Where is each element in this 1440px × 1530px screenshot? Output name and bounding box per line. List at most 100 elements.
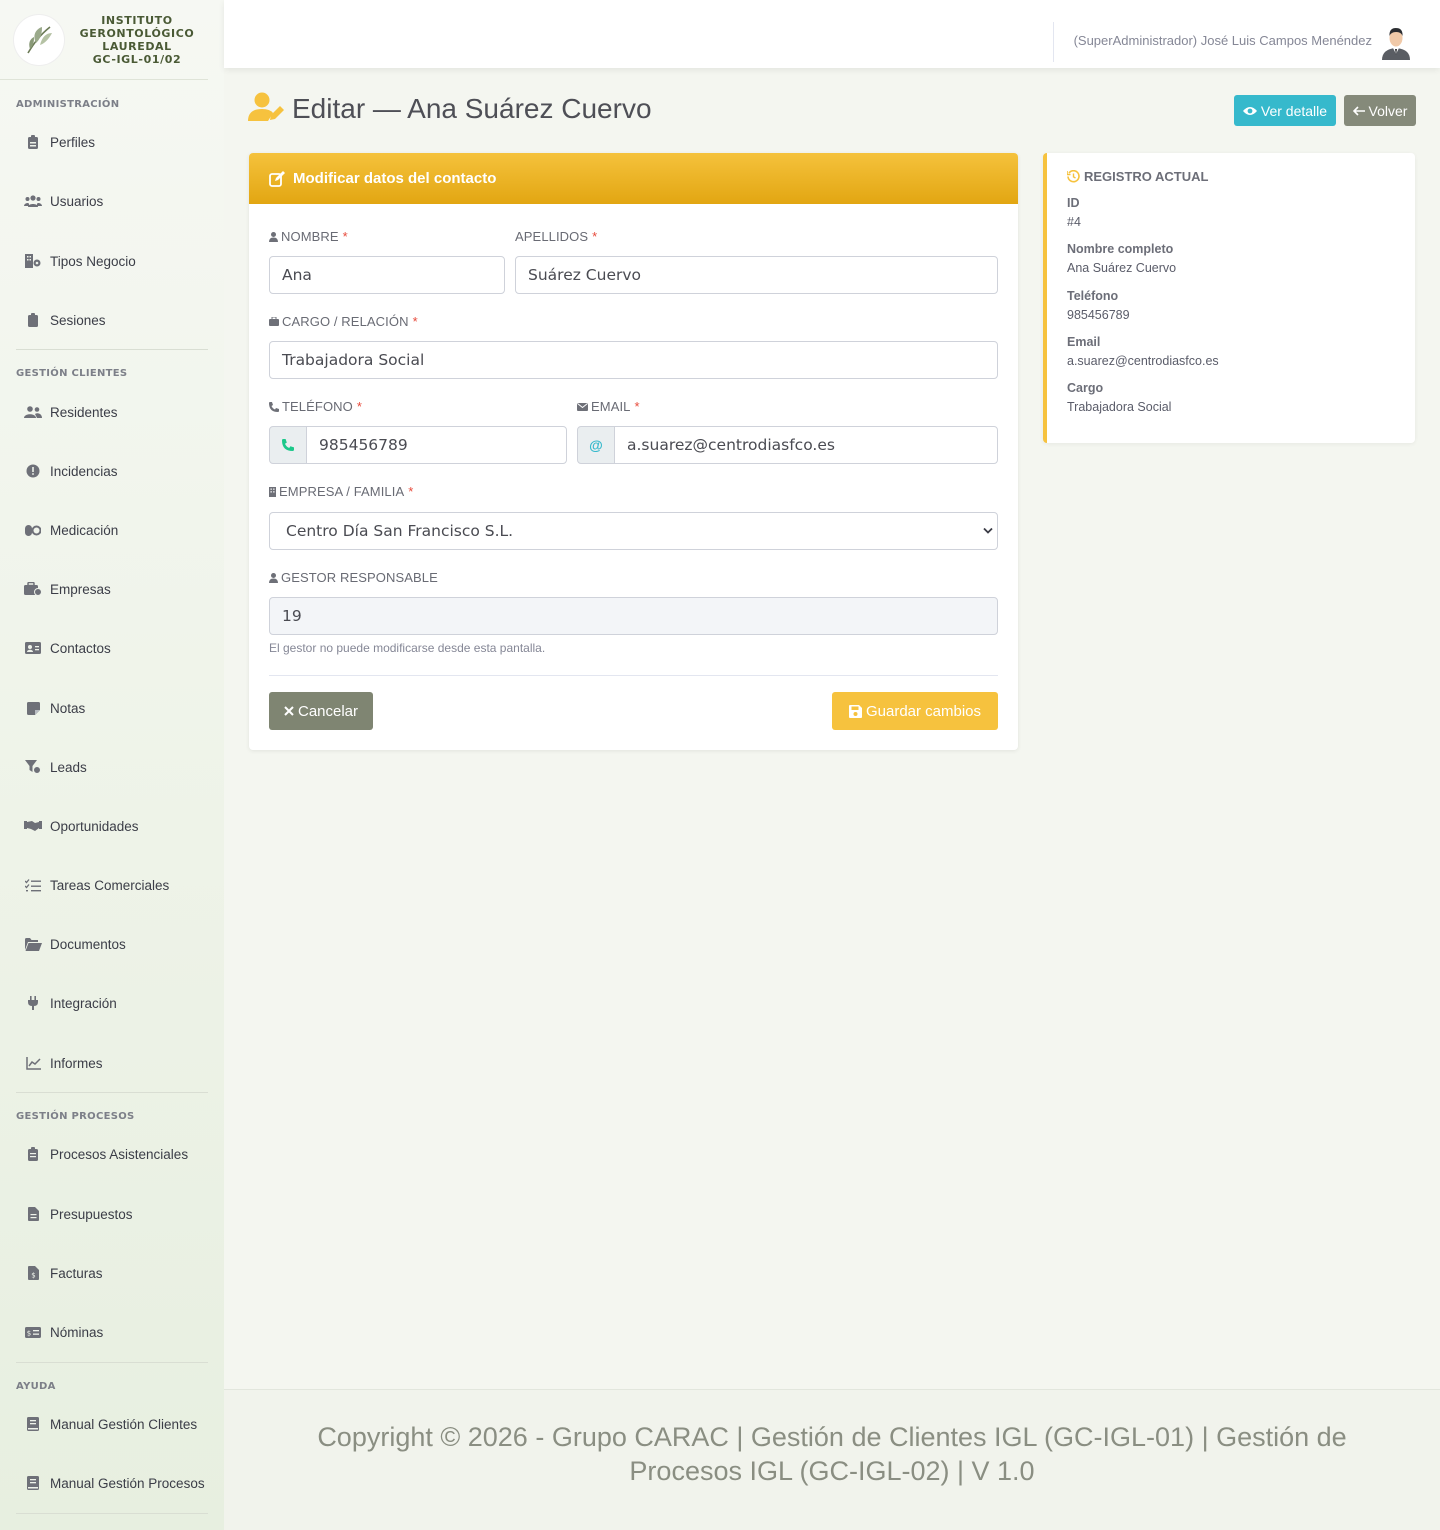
save-icon bbox=[848, 704, 862, 718]
form-divider bbox=[269, 675, 998, 676]
sidebar-item-tareas-comerciales[interactable]: Tareas Comerciales bbox=[0, 865, 224, 905]
apellidos-input[interactable]: Suárez Cuervo bbox=[515, 256, 998, 294]
task-list-icon bbox=[24, 877, 42, 893]
sidebar-divider bbox=[16, 1362, 208, 1363]
sidebar-item-label: Procesos Asistenciales bbox=[50, 1146, 189, 1162]
email-input[interactable]: a.suarez@centrodiasfco.es bbox=[614, 426, 998, 464]
page-title: Editar — Ana Suárez Cuervo bbox=[292, 93, 652, 124]
sidebar-item-notas[interactable]: Notas bbox=[0, 688, 224, 728]
sidebar-heading-clientes: GESTIÓN CLIENTES bbox=[16, 368, 128, 379]
avatar[interactable] bbox=[1380, 24, 1412, 60]
user-icon bbox=[269, 231, 278, 242]
footer: Copyright © 2026 - Grupo CARAC | Gestión… bbox=[224, 1389, 1440, 1530]
sidebar-item-usuarios[interactable]: Usuarios bbox=[0, 181, 224, 221]
sidebar-item-leads[interactable]: Leads bbox=[0, 747, 224, 787]
cancel-label: Cancelar bbox=[297, 702, 359, 720]
briefcase-icon bbox=[269, 317, 279, 326]
brand-name: INSTITUTO GERONTOLÓGICO LAUREDAL GC-IGL-… bbox=[79, 13, 195, 66]
sidebar-item-perfiles[interactable]: Perfiles bbox=[0, 122, 224, 162]
sidebar-item-empresas[interactable]: Empresas bbox=[0, 569, 224, 609]
sidebar-item-label: Empresas bbox=[50, 581, 111, 597]
clipboard-list-icon bbox=[24, 1146, 42, 1162]
cancel-button[interactable]: Cancelar bbox=[269, 692, 373, 730]
cargo-input[interactable]: Trabajadora Social bbox=[269, 341, 998, 379]
sidebar-item-label: Usuarios bbox=[50, 193, 104, 209]
briefcase-icon bbox=[24, 581, 42, 597]
chevron-down-icon bbox=[983, 527, 993, 534]
apellidos-label: APELLIDOS * bbox=[515, 229, 598, 244]
brand[interactable]: INSTITUTO GERONTOLÓGICO LAUREDAL GC-IGL-… bbox=[0, 0, 208, 80]
sidebar-item-label: Presupuestos bbox=[50, 1206, 133, 1222]
telefono-input[interactable]: 985456789 bbox=[306, 426, 567, 464]
sidebar-item-label: Leads bbox=[50, 759, 87, 775]
user-name[interactable]: (SuperAdministrador) José Luis Campos Me… bbox=[1074, 33, 1372, 48]
sidebar-divider bbox=[16, 349, 208, 350]
sidebar: INSTITUTO GERONTOLÓGICO LAUREDAL GC-IGL-… bbox=[0, 0, 224, 1530]
sidebar-item-presupuestos[interactable]: Presupuestos bbox=[0, 1194, 224, 1234]
sidebar-heading-procesos: GESTIÓN PROCESOS bbox=[16, 1111, 135, 1122]
topbar: (SuperAdministrador) José Luis Campos Me… bbox=[224, 0, 1440, 68]
view-detail-button[interactable]: Ver detalle bbox=[1234, 95, 1336, 126]
sidebar-divider bbox=[16, 1092, 208, 1093]
save-button[interactable]: Guardar cambios bbox=[832, 692, 998, 730]
edit-icon bbox=[269, 170, 285, 187]
record-cargo-value: Trabajadora Social bbox=[1067, 400, 1172, 414]
record-cargo-label: Cargo bbox=[1067, 381, 1104, 395]
sidebar-item-label: Informes bbox=[50, 1055, 103, 1071]
sidebar-item-oportunidades[interactable]: Oportunidades bbox=[0, 806, 224, 846]
sidebar-item-label: Perfiles bbox=[50, 134, 96, 150]
id-badge-icon bbox=[24, 134, 42, 150]
sidebar-item-integracion[interactable]: Integración bbox=[0, 983, 224, 1023]
empresa-select[interactable]: Centro Día San Francisco S.L. bbox=[269, 512, 998, 550]
users-icon bbox=[24, 193, 42, 209]
record-phone-value: 985456789 bbox=[1067, 308, 1130, 322]
sidebar-item-label: Oportunidades bbox=[50, 818, 139, 834]
nombre-input[interactable]: Ana bbox=[269, 256, 505, 294]
nombre-label: NOMBRE * bbox=[269, 229, 348, 244]
sidebar-item-documentos[interactable]: Documentos bbox=[0, 924, 224, 964]
sidebar-item-residentes[interactable]: Residentes bbox=[0, 392, 224, 432]
edit-contact-card: Modificar datos del contacto NOMBRE * Ana… bbox=[249, 153, 1018, 750]
sidebar-item-label: Contactos bbox=[50, 640, 111, 656]
sidebar-item-medicacion[interactable]: Medicación bbox=[0, 510, 224, 550]
record-email-label: Email bbox=[1067, 335, 1101, 349]
sidebar-item-label: Nóminas bbox=[50, 1324, 104, 1340]
sidebar-item-facturas[interactable]: $ Facturas bbox=[0, 1253, 224, 1293]
phone-icon bbox=[269, 401, 279, 412]
user-group-icon bbox=[24, 404, 42, 420]
sidebar-item-informes[interactable]: Informes bbox=[0, 1043, 224, 1083]
close-icon bbox=[284, 706, 294, 716]
sidebar-item-manual-clientes[interactable]: Manual Gestión Clientes bbox=[0, 1404, 224, 1444]
telefono-label: TELÉFONO * bbox=[269, 399, 362, 414]
sidebar-item-nominas[interactable]: $ Nóminas bbox=[0, 1312, 224, 1352]
record-name-label: Nombre completo bbox=[1067, 242, 1174, 256]
svg-text:$: $ bbox=[31, 1272, 35, 1280]
leaf-logo-icon bbox=[14, 14, 64, 65]
user-edit-icon bbox=[248, 92, 284, 126]
topbar-divider bbox=[1053, 22, 1054, 62]
gestor-input-readonly: 19 bbox=[269, 597, 998, 635]
sidebar-item-tipos-negocio[interactable]: Tipos Negocio bbox=[0, 241, 224, 281]
sticky-note-icon bbox=[24, 700, 42, 716]
save-label: Guardar cambios bbox=[865, 702, 982, 720]
back-button[interactable]: Volver bbox=[1344, 95, 1416, 126]
funnel-icon bbox=[24, 759, 42, 775]
sidebar-item-label: Tipos Negocio bbox=[50, 253, 136, 269]
sidebar-item-sesiones[interactable]: Sesiones bbox=[0, 300, 224, 340]
sidebar-item-contactos[interactable]: Contactos bbox=[0, 628, 224, 668]
gestor-label: GESTOR RESPONSABLE bbox=[269, 570, 438, 585]
email-label: EMAIL * bbox=[577, 399, 640, 414]
sidebar-item-label: Tareas Comerciales bbox=[50, 877, 170, 893]
money-card-icon: $ bbox=[24, 1324, 42, 1340]
sidebar-item-incidencias[interactable]: Incidencias bbox=[0, 451, 224, 491]
gestor-help-text: El gestor no puede modificarse desde est… bbox=[269, 641, 546, 655]
sidebar-heading-admin: ADMINISTRACIÓN bbox=[16, 99, 120, 110]
sidebar-item-label: Incidencias bbox=[50, 463, 118, 479]
record-id-label: ID bbox=[1067, 196, 1080, 210]
sidebar-item-procesos-asistenciales[interactable]: Procesos Asistenciales bbox=[0, 1134, 224, 1174]
sidebar-item-manual-procesos[interactable]: Manual Gestión Procesos bbox=[0, 1463, 224, 1503]
copyright-text: Copyright © 2026 - Grupo CARAC | Gestión… bbox=[317, 1422, 1347, 1486]
current-record-card: REGISTRO ACTUAL ID #4 Nombre completo An… bbox=[1043, 153, 1415, 443]
card-header: Modificar datos del contacto bbox=[249, 153, 1018, 204]
building-icon bbox=[269, 486, 276, 497]
